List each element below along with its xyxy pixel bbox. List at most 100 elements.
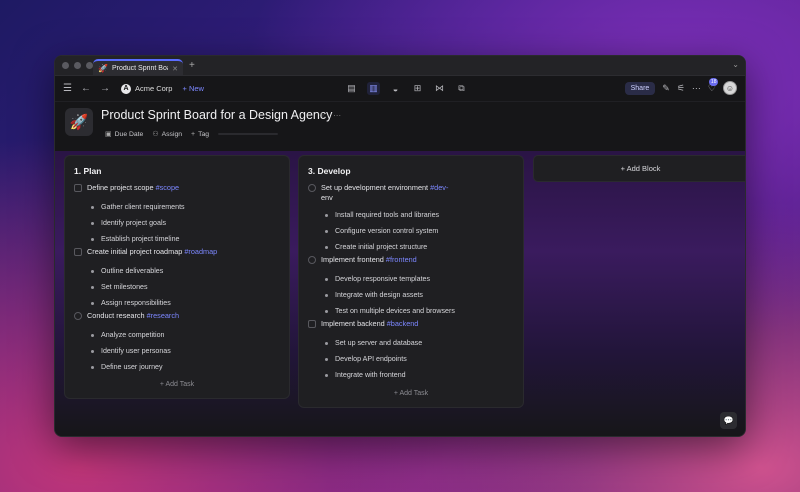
task-tag[interactable]: #frontend bbox=[386, 255, 417, 264]
column-plan: 1. Plan Define project scope #scope Gath… bbox=[64, 155, 290, 399]
subtask-item[interactable]: Outline deliverables bbox=[74, 263, 283, 279]
subtask-text: Integrate with design assets bbox=[335, 291, 423, 299]
subtask-item[interactable]: Set milestones bbox=[74, 279, 283, 295]
task-text: Define project scope bbox=[87, 183, 156, 192]
add-task-button[interactable]: + Add Task bbox=[65, 381, 289, 388]
subtask-text: Identify project goals bbox=[101, 219, 167, 227]
task-tag[interactable]: #scope bbox=[156, 183, 180, 192]
forward-arrow-icon[interactable]: → bbox=[100, 83, 110, 94]
subtask-item[interactable]: Develop responsive templates bbox=[308, 271, 517, 287]
subtask-item[interactable]: Establish project timeline bbox=[74, 231, 283, 247]
back-arrow-icon[interactable]: ← bbox=[81, 83, 91, 94]
task-tag[interactable]: #dev- bbox=[430, 183, 448, 192]
bullet-icon bbox=[91, 365, 94, 369]
task-checkbox[interactable] bbox=[308, 320, 316, 328]
chat-icon[interactable]: 💬 bbox=[720, 412, 737, 429]
more-icon[interactable]: ⋯ bbox=[333, 111, 341, 120]
task-tag[interactable]: #research bbox=[147, 311, 179, 320]
subtask-item[interactable]: Gather client requirements bbox=[74, 199, 283, 215]
close-window-button[interactable] bbox=[62, 62, 69, 69]
task-item[interactable]: Define project scope #scope bbox=[74, 183, 283, 199]
add-block-button[interactable]: + Add Block bbox=[533, 155, 745, 182]
subtask-item[interactable]: Install required tools and libraries bbox=[308, 207, 517, 223]
view-switcher: ▤ ▥ ◒ ⊞ ⋈ ⧉ bbox=[345, 82, 468, 95]
maximize-window-button[interactable] bbox=[86, 62, 93, 69]
subtask-text: Set milestones bbox=[101, 283, 148, 291]
task-checkbox[interactable] bbox=[74, 248, 82, 256]
task-checkbox[interactable] bbox=[74, 184, 82, 192]
task-item[interactable]: Implement frontend #frontend bbox=[308, 255, 517, 271]
subtask-item[interactable]: Integrate with design assets bbox=[308, 287, 517, 303]
tag-button[interactable]: + Tag bbox=[191, 131, 209, 138]
subtask-item[interactable]: Test on multiple devices and browsers bbox=[308, 303, 517, 319]
page-header: 🚀 Product Sprint Board for a Design Agen… bbox=[55, 102, 745, 150]
star-icon[interactable]: ☆ bbox=[318, 111, 325, 120]
task-item[interactable]: Conduct research #research bbox=[74, 311, 283, 327]
column-develop: 3. Develop Set up development environmen… bbox=[298, 155, 524, 408]
chevron-down-icon[interactable]: ⌄ bbox=[732, 60, 739, 69]
tab-title: Product Sprint Board ... bbox=[111, 65, 168, 72]
avatar[interactable]: ☺ bbox=[723, 81, 737, 95]
page-meta: ▣ Due Date ⚇ Assign + Tag bbox=[105, 130, 279, 139]
edit-icon[interactable]: ✎ bbox=[662, 83, 670, 94]
due-date-button[interactable]: ▣ Due Date bbox=[105, 130, 143, 139]
task-tag[interactable]: #roadmap bbox=[184, 247, 217, 256]
subtask-item[interactable]: Create initial project structure bbox=[308, 239, 517, 255]
close-icon[interactable]: ✕ bbox=[172, 65, 178, 73]
workspace-logo: A bbox=[120, 83, 131, 94]
hierarchy-view-icon[interactable]: ⧉ bbox=[455, 82, 468, 95]
task-checkbox[interactable] bbox=[308, 256, 316, 264]
task-item[interactable]: Implement backend #backend bbox=[308, 319, 517, 335]
app-window: 🚀 Product Sprint Board ... ✕ + ⌄ ☰ ← → A… bbox=[54, 55, 746, 437]
subtask-item[interactable]: Identify project goals bbox=[74, 215, 283, 231]
task-list: Define project scope #scope Gather clien… bbox=[74, 183, 283, 375]
subtask-item[interactable]: Identify user personas bbox=[74, 343, 283, 359]
list-view-icon[interactable]: ▤ bbox=[345, 82, 358, 95]
filter-icon[interactable]: ⚟ bbox=[677, 83, 685, 94]
page-rocket-icon[interactable]: 🚀 bbox=[65, 108, 93, 136]
subtask-item[interactable]: Define user journey bbox=[74, 359, 283, 375]
bullet-icon bbox=[325, 357, 328, 361]
subtask-text: Outline deliverables bbox=[101, 267, 164, 275]
notifications-icon[interactable]: ♡ 18 bbox=[708, 77, 719, 94]
board-view-icon[interactable]: ▥ bbox=[367, 82, 380, 95]
subtask-text: Assign responsibilities bbox=[101, 299, 171, 307]
table-view-icon[interactable]: ⊞ bbox=[411, 82, 424, 95]
add-task-button[interactable]: + Add Task bbox=[299, 390, 523, 397]
new-button[interactable]: + New bbox=[182, 84, 203, 93]
task-text: Implement frontend bbox=[321, 255, 386, 264]
sidebar-toggle-icon[interactable]: ☰ bbox=[63, 83, 72, 94]
subtask-item[interactable]: Analyze competition bbox=[74, 327, 283, 343]
page-title[interactable]: Product Sprint Board for a Design Agency bbox=[101, 108, 332, 122]
calendar-icon: ▣ bbox=[105, 131, 112, 138]
subtask-item[interactable]: Configure version control system bbox=[308, 223, 517, 239]
share-button[interactable]: Share bbox=[624, 81, 656, 95]
subtask-item[interactable]: Set up server and database bbox=[308, 335, 517, 351]
person-icon: ⚇ bbox=[152, 131, 159, 138]
tag-label: Tag bbox=[198, 130, 210, 138]
column-title: 1. Plan bbox=[74, 166, 102, 176]
notification-badge: 18 bbox=[708, 77, 719, 86]
subtask-item[interactable]: Integrate with frontend bbox=[308, 367, 517, 383]
database-view-icon[interactable]: ◒ bbox=[389, 82, 402, 95]
assign-button[interactable]: ⚇ Assign bbox=[152, 130, 182, 139]
task-checkbox[interactable] bbox=[74, 312, 82, 320]
task-checkbox[interactable] bbox=[308, 184, 316, 192]
subtask-item[interactable]: Assign responsibilities bbox=[74, 295, 283, 311]
subtask-text: Install required tools and libraries bbox=[335, 211, 440, 219]
subtask-text: Configure version control system bbox=[335, 227, 439, 235]
graph-view-icon[interactable]: ⋈ bbox=[433, 82, 446, 95]
toolbar: ☰ ← → A Acme Corp + New ▤ ▥ ◒ ⊞ ⋈ ⧉ Shar… bbox=[55, 76, 745, 102]
bullet-icon bbox=[325, 277, 328, 281]
task-tag[interactable]: #backend bbox=[387, 319, 419, 328]
new-tab-icon[interactable]: + bbox=[189, 60, 195, 71]
more-options-icon[interactable]: ⋯ bbox=[692, 83, 701, 94]
workspace-switcher[interactable]: A Acme Corp bbox=[120, 83, 172, 94]
minimize-window-button[interactable] bbox=[74, 62, 81, 69]
task-list: Set up development environment #dev-env … bbox=[308, 183, 517, 383]
tab-product-sprint-board[interactable]: 🚀 Product Sprint Board ... ✕ bbox=[93, 59, 183, 76]
subtask-item[interactable]: Develop API endpoints bbox=[308, 351, 517, 367]
task-item[interactable]: Create initial project roadmap #roadmap bbox=[74, 247, 283, 263]
task-item[interactable]: Set up development environment #dev-env bbox=[308, 183, 517, 207]
task-tag-continued: env bbox=[321, 193, 333, 202]
